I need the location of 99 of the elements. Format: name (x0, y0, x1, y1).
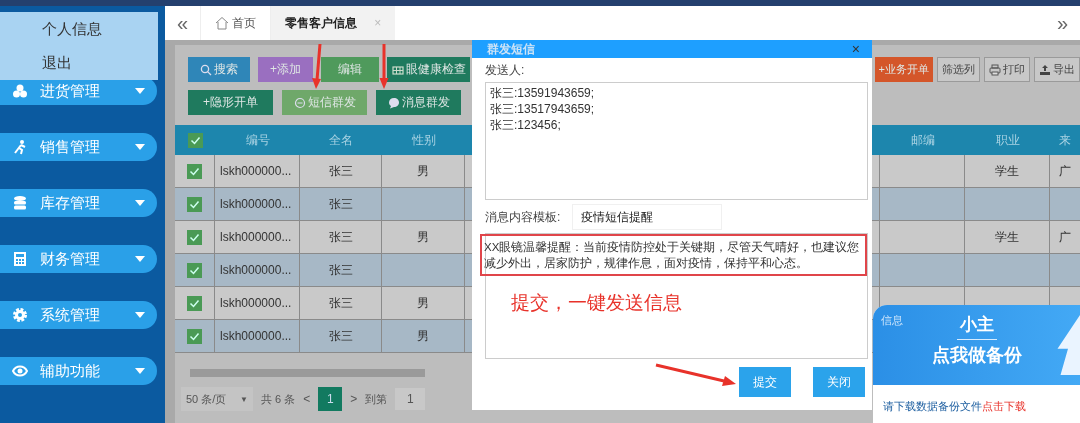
printer-icon (989, 63, 1001, 76)
banner-tag: 信息 (881, 313, 903, 328)
toolbar-button[interactable]: 消息群发 (376, 90, 461, 115)
table-cell: 广 (1059, 228, 1071, 246)
toolbar-button[interactable]: +添加 (258, 57, 313, 82)
runner-icon (12, 139, 28, 155)
download-link[interactable]: 点击下载 (982, 400, 1026, 412)
table-cell: lskh000000... (215, 155, 300, 187)
checkbox[interactable] (187, 295, 202, 311)
column-header: 职业 (994, 131, 1021, 149)
table-cell: 张三 (300, 320, 382, 352)
checkbox[interactable] (187, 163, 202, 179)
tab[interactable]: 零售客户信息 × (270, 6, 396, 40)
toolbar-button[interactable]: 搜索 (188, 57, 250, 82)
sidebar-item[interactable]: 库存管理 (0, 189, 157, 217)
table-cell: 男 (417, 228, 429, 246)
close-button[interactable]: × (851, 41, 860, 57)
table-cell: 张三 (300, 254, 382, 286)
table-cell: lskh000000... (215, 287, 300, 319)
sidebar-item[interactable]: 销售管理 (0, 133, 157, 161)
collapse-button[interactable]: « (165, 11, 201, 35)
eye-icon (12, 363, 28, 379)
table-cell: lskh000000... (215, 188, 300, 220)
toolbar-button[interactable]: 短信群发 (282, 90, 367, 115)
prev-page-button[interactable]: < (303, 392, 311, 406)
page-button[interactable]: 1 (318, 387, 343, 411)
toolbar-button[interactable]: +隐形开单 (188, 90, 273, 115)
table-cell: 张三 (300, 221, 382, 253)
field-label: 消息内容模板: (485, 208, 561, 226)
submit-button[interactable]: 提交 (739, 367, 791, 397)
table-cell: 男 (417, 327, 429, 345)
table-cell: lskh000000... (215, 320, 300, 352)
table-cell: 男 (417, 294, 429, 312)
table-cell: 男 (417, 162, 429, 180)
column-header: 编号 (244, 131, 271, 149)
toolbar-button[interactable]: 打印 (984, 57, 1030, 82)
circles-icon (12, 83, 28, 99)
page-input[interactable]: 1 (395, 388, 426, 410)
table-cell: 张三 (300, 155, 382, 187)
menu-item[interactable]: 个人信息 (0, 12, 158, 46)
calculator-icon (12, 251, 28, 267)
template-select[interactable]: 疫情短信提醒 (572, 204, 723, 230)
total-count: 共 6 条 (261, 391, 296, 407)
table-cell: 广 (1059, 162, 1071, 180)
caret-icon (135, 88, 145, 94)
toolbar-button[interactable]: 筛选列 (937, 57, 980, 82)
backup-banner[interactable]: 信息 小主 点我做备份 (873, 305, 1080, 385)
sidebar-item[interactable]: 系统管理 (0, 301, 157, 329)
gear-icon (12, 307, 28, 323)
column-header: 邮编 (909, 131, 936, 149)
toolbar-button[interactable]: +业务开单 (874, 57, 933, 82)
goto-label: 到第 (365, 391, 388, 407)
checkbox[interactable] (187, 328, 202, 344)
column-header: 来 (1058, 131, 1072, 149)
annotation-arrow (312, 43, 322, 89)
table-cell: 张三 (300, 287, 382, 319)
recipients-field[interactable]: 张三:13591943659; 张三:13517943659; 张三:123456; (485, 82, 868, 200)
caret-icon (135, 368, 145, 374)
table-cell: 张三 (300, 188, 382, 220)
banner-title: 小主 (959, 314, 994, 336)
backup-message: 请下载数据备份文件点击下载 (883, 400, 1026, 412)
close-button[interactable]: 关闭 (813, 367, 865, 397)
toolbar-button[interactable]: 眼健康检查 (387, 57, 470, 82)
checkbox[interactable] (187, 132, 203, 148)
page-size-select[interactable]: 50 条/页 ▼ (181, 387, 253, 411)
toolbar-button[interactable]: 编辑 (321, 57, 379, 82)
circle-icon (293, 96, 306, 109)
table-cell: 学生 (995, 228, 1019, 246)
column-header: 全名 (328, 131, 354, 149)
scrollbar[interactable] (190, 369, 425, 377)
banner-headline: 点我做备份 (931, 344, 1022, 367)
home-icon (215, 16, 230, 30)
sidebar-item[interactable]: 辅助功能 (0, 357, 157, 385)
database-icon (12, 195, 28, 211)
checkbox[interactable] (187, 229, 202, 245)
table-cell: lskh000000... (215, 221, 300, 253)
field-label: 发送人: (485, 62, 526, 79)
caret-icon (135, 312, 145, 318)
caret-icon (135, 200, 145, 206)
table-cell: 学生 (995, 162, 1019, 180)
next-page-button[interactable]: > (350, 392, 358, 406)
toolbar-button[interactable]: 导出 (1034, 57, 1080, 82)
chat-icon (387, 96, 400, 109)
table-cell: lskh000000... (215, 254, 300, 286)
caret-icon (135, 144, 145, 150)
annotation-text: 提交，一键发送信息 (511, 291, 683, 315)
message-text: XX眼镜温馨提醒：当前疫情防控处于关键期，尽管天气晴好，也建议您减少外出，居家防护，规律作息，面对疫情，保持平和心态。 (484, 240, 861, 271)
export-icon (1039, 63, 1051, 76)
sidebar-item[interactable]: 财务管理 (0, 245, 157, 273)
column-header: 性别 (410, 131, 437, 149)
caret-icon (135, 256, 145, 262)
menu-item[interactable]: 退出 (0, 46, 158, 80)
checkbox[interactable] (187, 196, 202, 212)
annotation-arrow (379, 44, 389, 89)
expand-button[interactable]: » (1044, 11, 1080, 35)
grid-icon (391, 63, 404, 76)
checkbox[interactable] (187, 262, 202, 278)
dialog-title: 群发短信 (487, 40, 535, 58)
search-icon (200, 63, 212, 76)
